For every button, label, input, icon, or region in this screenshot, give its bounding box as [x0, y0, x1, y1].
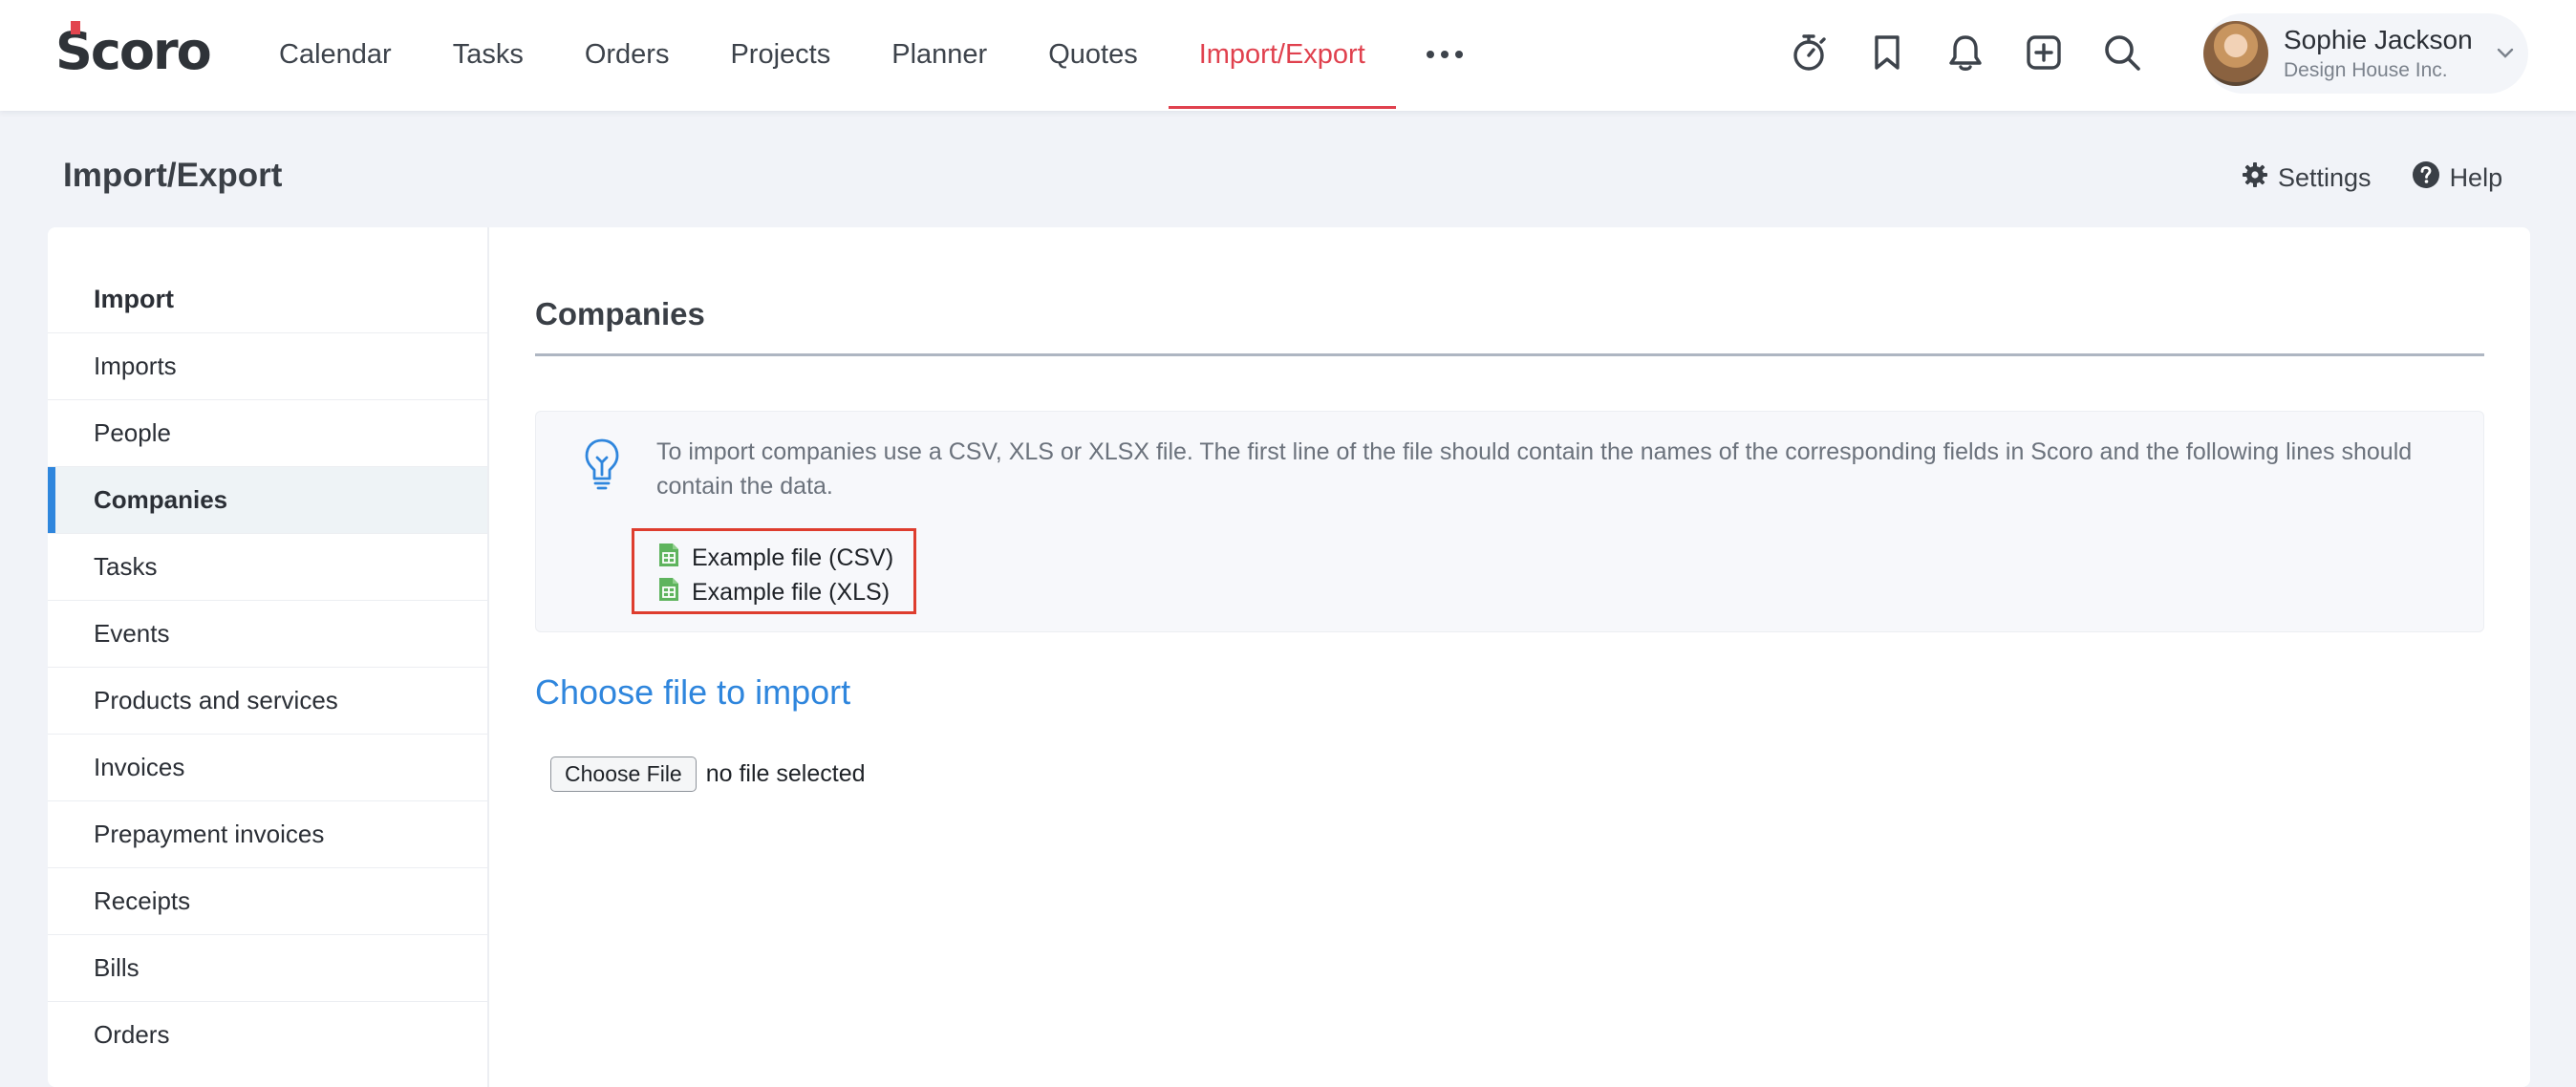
gear-icon [2242, 161, 2268, 195]
timer-icon[interactable] [1789, 31, 1829, 75]
add-square-icon[interactable] [2024, 31, 2064, 75]
nav-orders[interactable]: Orders [554, 0, 700, 109]
section-title: Companies [535, 296, 705, 331]
file-status: no file selected [705, 760, 866, 787]
help-icon [2412, 160, 2440, 196]
settings-label: Settings [2278, 163, 2372, 192]
file-input-row: Choose File no file selected [550, 757, 866, 792]
sidebar-item-events[interactable]: Events [48, 600, 487, 667]
main-nav: Calendar Tasks Orders Projects Planner Q… [248, 0, 1493, 109]
scoro-logo[interactable]: Scoro [55, 21, 212, 81]
spreadsheet-icon [657, 576, 680, 609]
sidebar-item-prepayment-invoices[interactable]: Prepayment invoices [48, 800, 487, 867]
example-file-xls-label: Example file (XLS) [692, 578, 891, 606]
logo-mark [71, 21, 80, 34]
example-files-group: Example file (CSV) Example file (XLS) [632, 528, 916, 614]
page-actions: Settings Help [2242, 160, 2502, 196]
user-menu[interactable]: Sophie Jackson Design House Inc. [2203, 13, 2528, 94]
section-divider [535, 353, 2484, 356]
sidebar-heading: Import [94, 285, 174, 313]
help-button[interactable]: Help [2412, 160, 2503, 196]
choose-file-heading: Choose file to import [535, 672, 851, 712]
import-info-box: To import companies use a CSV, XLS or XL… [535, 411, 2484, 632]
sidebar-list: Imports People Companies Tasks Events Pr… [48, 332, 487, 1068]
user-info: Sophie Jackson Design House Inc. [2284, 25, 2473, 82]
nav-quotes[interactable]: Quotes [1018, 0, 1169, 109]
bell-icon[interactable] [1945, 31, 1986, 75]
more-horizontal-icon [1426, 51, 1463, 58]
user-company: Design House Inc. [2284, 59, 2448, 81]
example-file-csv-label: Example file (CSV) [692, 544, 894, 571]
nav-more-button[interactable] [1396, 0, 1493, 109]
user-name: Sophie Jackson [2284, 25, 2473, 54]
nav-import-export[interactable]: Import/Export [1168, 0, 1396, 109]
nav-projects[interactable]: Projects [699, 0, 861, 109]
spreadsheet-icon [657, 542, 680, 575]
sidebar-item-invoices[interactable]: Invoices [48, 734, 487, 800]
lightbulb-icon [582, 437, 622, 499]
settings-button[interactable]: Settings [2242, 160, 2372, 196]
nav-calendar[interactable]: Calendar [248, 0, 422, 109]
sidebar-item-orders[interactable]: Orders [48, 1001, 487, 1068]
toolbar-icons [1789, 31, 2142, 75]
avatar [2203, 21, 2268, 86]
main-panel: Companies To import companies use a CSV,… [535, 227, 2484, 1087]
help-label: Help [2449, 163, 2503, 192]
bookmark-icon[interactable] [1867, 31, 1907, 75]
import-sidebar: Import Imports People Companies Tasks Ev… [48, 227, 489, 1087]
top-navigation-bar: Scoro Calendar Tasks Orders Projects Pla… [0, 0, 2576, 111]
sidebar-item-imports[interactable]: Imports [48, 332, 487, 399]
sidebar-item-people[interactable]: People [48, 399, 487, 466]
sidebar-item-bills[interactable]: Bills [48, 934, 487, 1001]
content-card: Import Imports People Companies Tasks Ev… [48, 227, 2530, 1087]
example-file-csv-link[interactable]: Example file (CSV) [657, 541, 913, 575]
sidebar-item-products-and-services[interactable]: Products and services [48, 667, 487, 734]
nav-tasks[interactable]: Tasks [422, 0, 554, 109]
chevron-down-icon [2496, 46, 2515, 64]
choose-file-button[interactable]: Choose File [550, 757, 697, 792]
sidebar-item-receipts[interactable]: Receipts [48, 867, 487, 934]
import-instructions: To import companies use a CSV, XLS or XL… [656, 438, 2413, 500]
sidebar-item-tasks[interactable]: Tasks [48, 533, 487, 600]
sidebar-item-companies[interactable]: Companies [48, 466, 487, 533]
search-icon[interactable] [2102, 31, 2142, 75]
page-title: Import/Export [63, 157, 283, 194]
example-file-xls-link[interactable]: Example file (XLS) [657, 575, 913, 609]
nav-planner[interactable]: Planner [861, 0, 1018, 109]
